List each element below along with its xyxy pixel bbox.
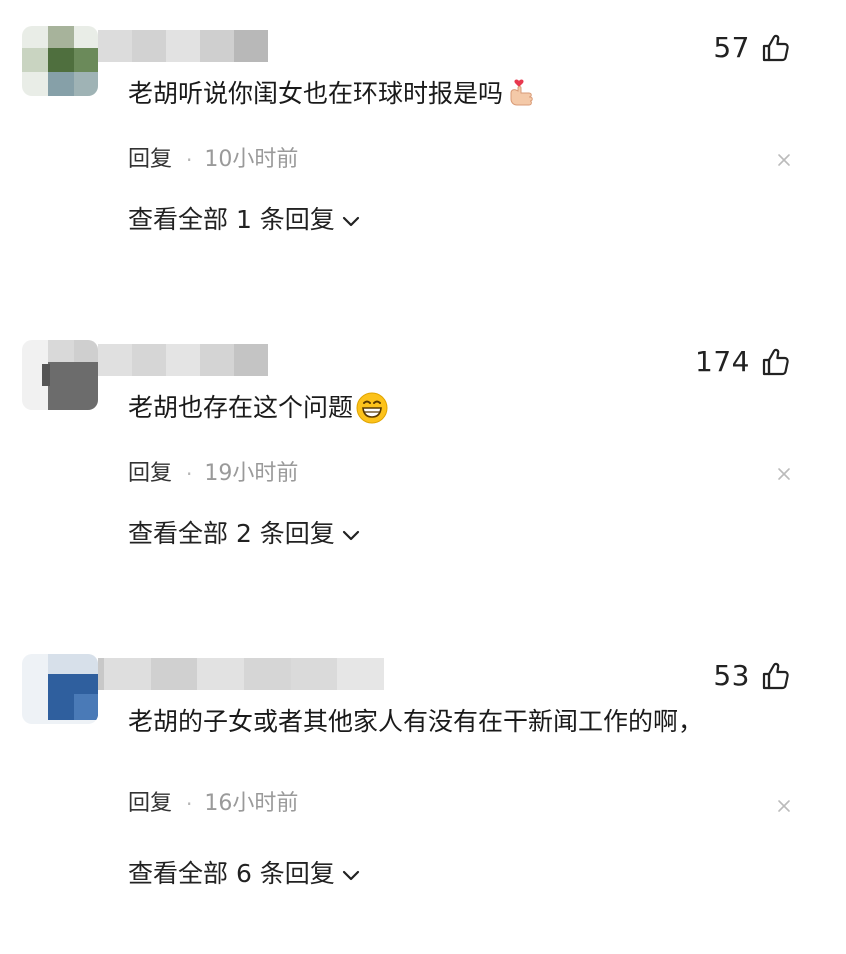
view-replies-label: 查看全部 6 条回复 bbox=[128, 859, 335, 888]
comment-body: 老胡也存在这个问题 bbox=[128, 393, 354, 422]
view-replies-button[interactable]: 查看全部 1 条回复 bbox=[128, 200, 361, 240]
reply-button[interactable]: 回复 bbox=[128, 458, 172, 490]
comment-text: 老胡的子女或者其他家人有没有在干新闻工作的啊， bbox=[128, 702, 703, 742]
timestamp: 10小时前 bbox=[204, 147, 299, 172]
comment-body: 老胡听说你闺女也在环球时报是吗 bbox=[128, 79, 504, 108]
like-button[interactable]: 174 bbox=[695, 342, 792, 382]
comment-meta: 回复 · 16小时前 bbox=[128, 788, 298, 820]
comment-item: 174 老胡也存在这个问题 回复 · 19小时前 查看全部 2 条回复 bbox=[0, 340, 846, 640]
comment-meta: 回复 · 10小时前 bbox=[128, 144, 298, 176]
close-icon[interactable] bbox=[776, 798, 792, 814]
view-replies-button[interactable]: 查看全部 6 条回复 bbox=[128, 854, 361, 894]
separator-dot: · bbox=[186, 148, 193, 172]
separator-dot: · bbox=[186, 792, 193, 816]
username-blurred[interactable] bbox=[98, 30, 268, 62]
reply-button[interactable]: 回复 bbox=[128, 788, 172, 820]
heart-hand-emoji bbox=[510, 79, 533, 106]
view-replies-button[interactable]: 查看全部 2 条回复 bbox=[128, 514, 361, 554]
comment-meta: 回复 · 19小时前 bbox=[128, 458, 298, 490]
like-button[interactable]: 57 bbox=[713, 28, 792, 68]
comment-item: 57 老胡听说你闺女也在环球时报是吗 回复 · 10小时前 查看全部 1 条回复 bbox=[0, 26, 846, 326]
close-icon[interactable] bbox=[776, 152, 792, 168]
thumbs-up-icon[interactable] bbox=[760, 32, 792, 64]
close-icon[interactable] bbox=[776, 466, 792, 482]
timestamp: 19小时前 bbox=[204, 461, 299, 486]
like-count: 57 bbox=[713, 31, 750, 64]
comment-text: 老胡也存在这个问题 bbox=[128, 388, 389, 428]
grinning-face-emoji bbox=[356, 392, 388, 424]
comment-item: 53 老胡的子女或者其他家人有没有在干新闻工作的啊， 回复 · 16小时前 查看… bbox=[0, 654, 846, 954]
comment-body: 老胡的子女或者其他家人有没有在干新闻工作的啊， bbox=[128, 707, 704, 736]
timestamp: 16小时前 bbox=[204, 791, 299, 816]
separator-dot: · bbox=[186, 462, 193, 486]
avatar[interactable] bbox=[22, 654, 98, 724]
thumbs-up-icon[interactable] bbox=[760, 346, 792, 378]
view-replies-label: 查看全部 2 条回复 bbox=[128, 519, 335, 548]
view-replies-label: 查看全部 1 条回复 bbox=[128, 205, 335, 234]
chevron-down-icon bbox=[342, 216, 359, 227]
chevron-down-icon bbox=[342, 530, 359, 541]
avatar[interactable] bbox=[22, 26, 98, 96]
chevron-down-icon bbox=[342, 870, 359, 881]
avatar[interactable] bbox=[22, 340, 98, 410]
comment-text: 老胡听说你闺女也在环球时报是吗 bbox=[128, 74, 539, 114]
username-blurred[interactable] bbox=[98, 658, 385, 690]
username-blurred[interactable] bbox=[98, 344, 268, 376]
thumbs-up-icon[interactable] bbox=[760, 660, 792, 692]
reply-button[interactable]: 回复 bbox=[128, 144, 172, 176]
like-count: 53 bbox=[713, 659, 750, 692]
like-button[interactable]: 53 bbox=[713, 656, 792, 696]
like-count: 174 bbox=[695, 345, 750, 378]
